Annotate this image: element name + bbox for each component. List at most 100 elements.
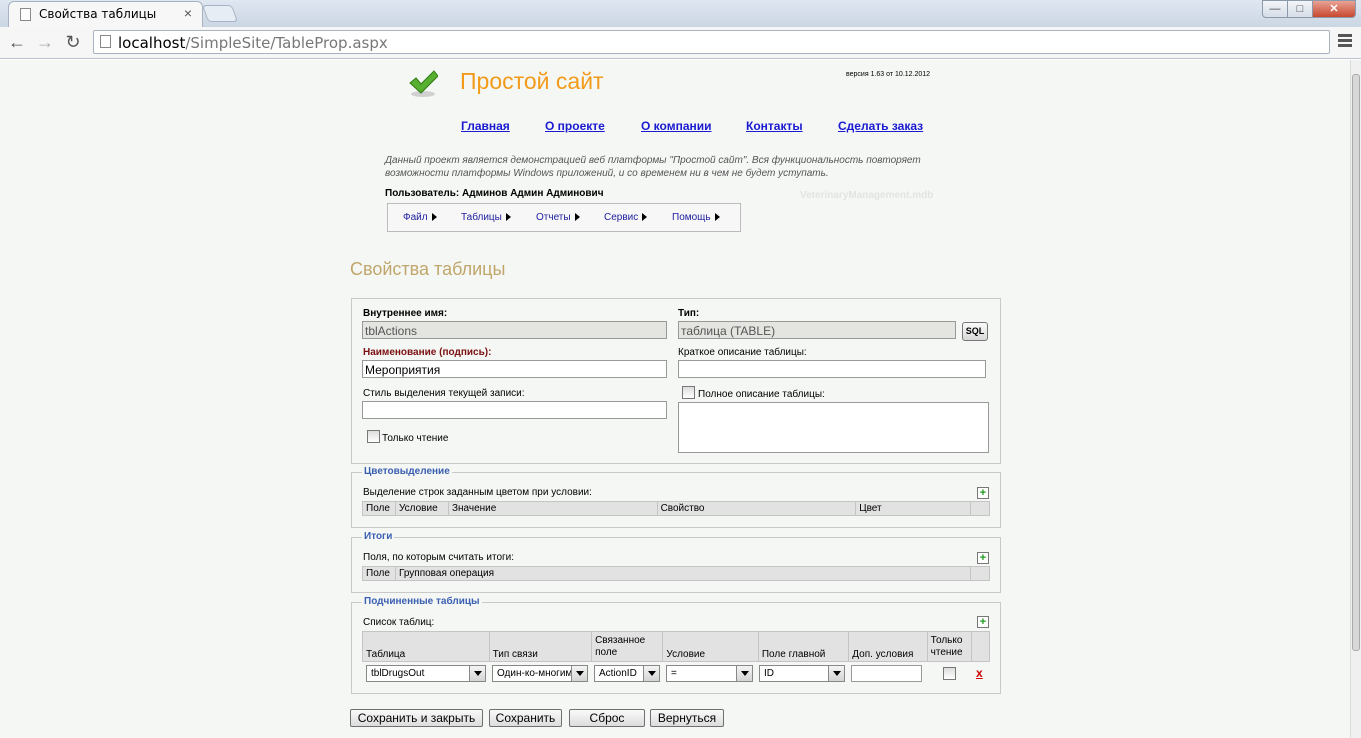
- site-title: Простой сайт: [460, 68, 604, 94]
- page-icon: [20, 8, 31, 21]
- column-header: Таблица: [362, 631, 490, 662]
- full-description-label: Полное описание таблицы:: [698, 389, 825, 400]
- type-field[interactable]: таблица (TABLE): [678, 321, 956, 339]
- child-tables-legend: Подчиненные таблицы: [362, 596, 482, 607]
- submenu-arrow-icon: [714, 213, 720, 221]
- column-header: Свойство: [656, 501, 857, 516]
- page-scrollbar[interactable]: [1350, 60, 1361, 738]
- column-header: Условие: [662, 631, 759, 662]
- chevron-down-icon: [469, 666, 485, 681]
- delete-row-icon[interactable]: x: [976, 666, 983, 680]
- color-rules-table: Поле Условие Значение Свойство Цвет: [362, 501, 991, 516]
- child-readonly-checkbox[interactable]: [943, 667, 956, 680]
- linked-field-select[interactable]: ActionID: [594, 665, 660, 682]
- menu-service[interactable]: Сервис: [604, 212, 648, 223]
- column-header: Поле: [362, 501, 396, 516]
- column-header: Тип связи: [488, 631, 593, 662]
- totals-legend: Итоги: [362, 531, 395, 542]
- column-header: Связанное поле: [591, 631, 664, 662]
- submenu-arrow-icon: [505, 213, 511, 221]
- add-color-rule-icon[interactable]: +: [977, 487, 989, 499]
- color-highlight-caption: Выделение строк заданным цветом при усло…: [363, 487, 592, 498]
- menu-help[interactable]: Помощь: [672, 212, 720, 223]
- minimize-button[interactable]: —: [1262, 0, 1288, 18]
- save-and-close-button[interactable]: Сохранить и закрыть: [350, 709, 483, 727]
- page-icon: [100, 35, 111, 48]
- tab-close-icon[interactable]: ×: [184, 5, 192, 21]
- column-header: Условие: [394, 501, 449, 516]
- short-description-field[interactable]: [678, 360, 986, 378]
- chevron-down-icon: [828, 666, 844, 681]
- internal-name-label: Внутреннее имя:: [363, 308, 448, 319]
- browser-toolbar: ← → ↻ localhost/SimpleSite/TableProp.asp…: [0, 27, 1361, 59]
- main-menu: Файл Таблицы Отчеты Сервис Помощь: [387, 203, 741, 232]
- color-highlight-legend: Цветовыделение: [362, 466, 452, 477]
- browser-tab-strip: Свойства таблицы × — □ ✕: [0, 0, 1361, 27]
- totals-caption: Поля, по которым считать итоги:: [363, 552, 515, 563]
- column-header: Поле: [362, 566, 396, 581]
- full-description-textarea[interactable]: [678, 402, 989, 453]
- nav-link-order[interactable]: Сделать заказ: [838, 119, 923, 133]
- current-user: Пользователь: Админов Админ Админович: [385, 188, 604, 199]
- submenu-arrow-icon: [574, 213, 580, 221]
- back-arrow-icon[interactable]: ←: [6, 32, 28, 53]
- browser-tab[interactable]: Свойства таблицы ×: [8, 1, 203, 27]
- address-bar[interactable]: localhost/SimpleSite/TableProp.aspx: [93, 30, 1330, 54]
- table-properties-panel: Внутреннее имя: tblActions Тип: таблица …: [351, 298, 1001, 464]
- scrollbar-thumb[interactable]: [1352, 74, 1360, 651]
- readonly-label: Только чтение: [382, 433, 449, 444]
- short-description-label: Краткое описание таблицы:: [678, 347, 807, 358]
- window-close-button[interactable]: ✕: [1312, 0, 1356, 18]
- chevron-down-icon: [736, 666, 752, 681]
- internal-name-field[interactable]: tblActions: [362, 321, 667, 339]
- database-name: VeterinaryManagement.mdb: [800, 190, 934, 201]
- extra-condition-field[interactable]: [851, 665, 922, 682]
- child-tables-caption: Список таблиц:: [363, 617, 435, 628]
- browser-menu-icon[interactable]: [1338, 34, 1352, 49]
- nav-link-about-project[interactable]: О проекте: [545, 119, 605, 133]
- readonly-checkbox[interactable]: [367, 430, 380, 443]
- reload-icon[interactable]: ↻: [62, 32, 84, 53]
- column-header: Доп. условия: [848, 631, 928, 662]
- save-button[interactable]: Сохранить: [489, 709, 562, 727]
- nav-link-contacts[interactable]: Контакты: [746, 119, 803, 133]
- page-content: Простой сайт версия 1.63 от 10.12.2012 Г…: [0, 60, 1350, 738]
- nav-link-home[interactable]: Главная: [461, 119, 510, 133]
- type-label: Тип:: [678, 308, 700, 319]
- submenu-arrow-icon: [431, 213, 437, 221]
- add-total-icon[interactable]: +: [977, 552, 989, 564]
- totals-section: Итоги Поля, по которым считать итоги: + …: [351, 531, 1001, 593]
- forward-arrow-icon[interactable]: →: [34, 32, 56, 53]
- column-header: Значение: [447, 501, 658, 516]
- version-text: версия 1.63 от 10.12.2012: [846, 71, 931, 78]
- menu-file[interactable]: Файл: [403, 212, 437, 223]
- row-style-field[interactable]: [362, 401, 667, 419]
- column-header: Поле главной: [757, 631, 850, 662]
- url-text: localhost/SimpleSite/TableProp.aspx: [118, 34, 388, 52]
- tab-title: Свойства таблицы: [39, 7, 157, 21]
- full-description-checkbox[interactable]: [682, 386, 695, 399]
- maximize-button[interactable]: □: [1287, 0, 1313, 18]
- back-button[interactable]: Вернуться: [650, 709, 724, 727]
- master-field-select[interactable]: ID: [759, 665, 845, 682]
- caption-field[interactable]: Мероприятия: [362, 360, 667, 378]
- child-tables-section: Подчиненные таблицы Список таблиц: + Таб…: [351, 596, 1001, 694]
- child-table-select[interactable]: tblDrugsOut: [366, 665, 486, 682]
- reset-button[interactable]: Сброс: [569, 709, 645, 727]
- chevron-down-icon: [571, 666, 587, 681]
- add-child-table-icon[interactable]: +: [977, 616, 989, 628]
- condition-select[interactable]: =: [666, 665, 753, 682]
- row-style-label: Стиль выделения текущей записи:: [363, 388, 525, 399]
- nav-link-about-company[interactable]: О компании: [641, 119, 712, 133]
- color-highlight-section: Цветовыделение Выделение строк заданным …: [351, 466, 1001, 528]
- caption-label: Наименование (подпись):: [363, 347, 492, 358]
- link-type-select[interactable]: Один-ко-многим: [492, 665, 588, 682]
- sql-button[interactable]: SQL: [962, 322, 988, 341]
- menu-reports[interactable]: Отчеты: [536, 212, 580, 223]
- column-header: Только чтение: [926, 631, 972, 662]
- child-tables-table: Таблица Тип связи Связанное поле Условие…: [362, 631, 991, 662]
- menu-tables[interactable]: Таблицы: [461, 212, 511, 223]
- column-header: Групповая операция: [394, 566, 972, 581]
- submenu-arrow-icon: [642, 213, 648, 221]
- new-tab-button[interactable]: [201, 5, 239, 22]
